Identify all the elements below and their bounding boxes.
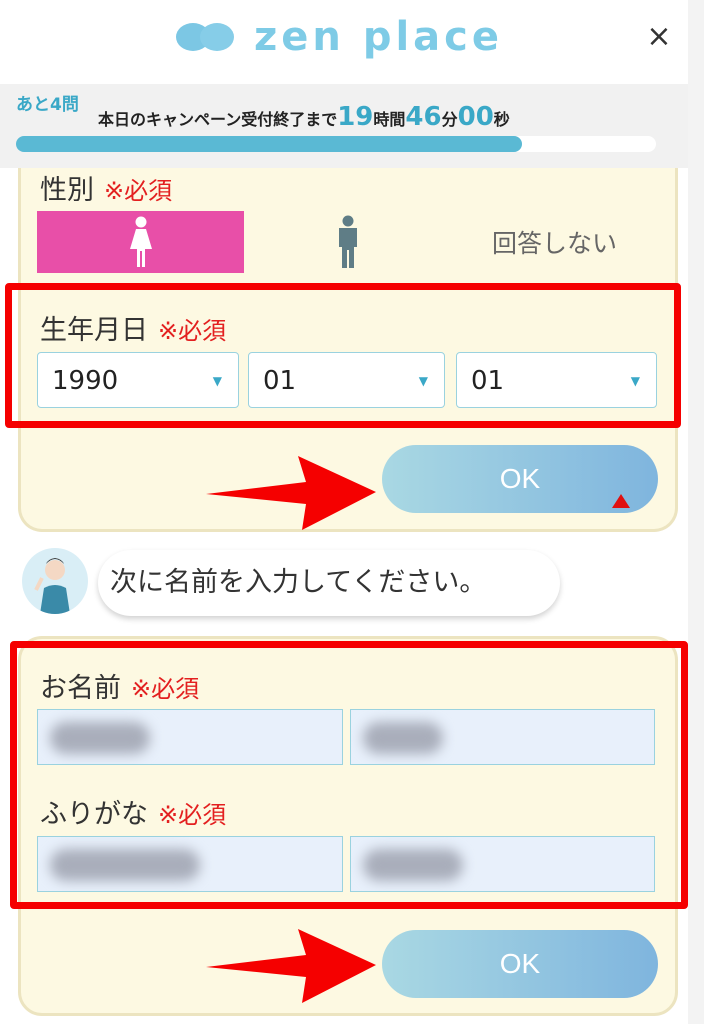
countdown-hours-unit: 時間 (373, 110, 406, 129)
countdown-seconds: 00 (457, 102, 494, 132)
triangle-marker-icon (612, 494, 630, 508)
arrow-right-icon (206, 929, 376, 1003)
gender-male-button[interactable] (244, 211, 451, 273)
countdown-prefix: 本日のキャンペーン受付終了まで (98, 110, 338, 129)
campaign-countdown: 本日のキャンペーン受付終了まで 19 時間 46 分 00 秒 (98, 102, 510, 132)
logo-mark-icon (176, 17, 236, 57)
ok-button-name[interactable]: OK (382, 930, 658, 998)
zen-place-logo: zen place (176, 14, 503, 60)
gender-label-row: 性別 ※必須 (40, 168, 172, 207)
countdown-minutes-unit: 分 (441, 110, 458, 129)
name-highlight-box (10, 641, 688, 909)
remaining-questions: あと4問 (16, 95, 79, 115)
avatar-person-icon (34, 558, 70, 614)
chat-message-bubble: 次に名前を入力してください。 (98, 550, 560, 616)
countdown-seconds-unit: 秒 (493, 110, 510, 129)
gender-no-answer-button[interactable]: 回答しない (451, 211, 658, 273)
female-icon (129, 216, 152, 267)
logo-text: zen place (254, 14, 503, 60)
gender-required: ※必須 (104, 177, 173, 205)
progress-fill (16, 136, 522, 152)
app-header: zen place × (0, 0, 688, 84)
scroll-strip (688, 0, 704, 1024)
birthdate-highlight-box (5, 283, 681, 428)
countdown-minutes: 46 (405, 102, 442, 132)
gender-female-button[interactable] (37, 211, 244, 273)
male-icon (338, 215, 357, 268)
close-icon[interactable]: × (644, 22, 674, 52)
progress-bar (16, 136, 656, 152)
arrow-right-icon (206, 456, 376, 530)
assistant-avatar (22, 548, 88, 614)
countdown-hours: 19 (337, 102, 374, 132)
progress-panel: あと4問 本日のキャンペーン受付終了まで 19 時間 46 分 00 秒 (0, 84, 688, 168)
gender-label: 性別 (40, 175, 94, 206)
